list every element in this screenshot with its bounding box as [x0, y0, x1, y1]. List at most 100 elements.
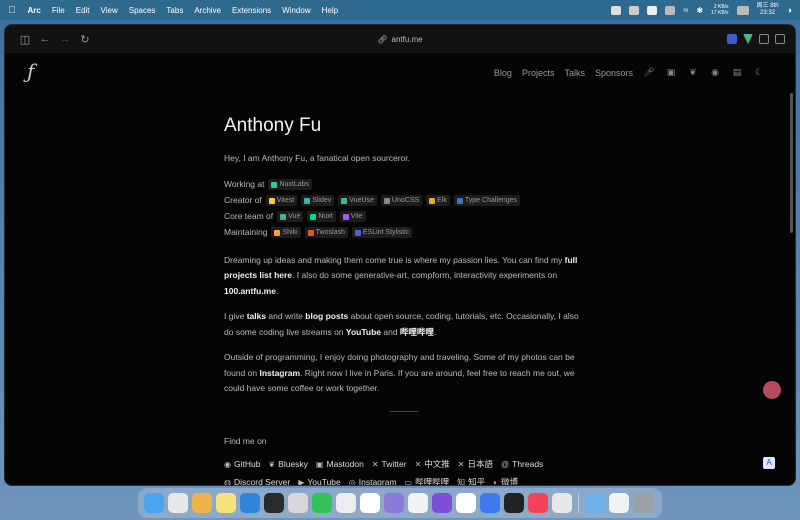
- social-link[interactable]: ◎ Instagram: [349, 475, 397, 486]
- forward-icon[interactable]: →: [55, 33, 75, 45]
- rss-icon[interactable]: ▤: [731, 67, 743, 78]
- dock-app-music-icon[interactable]: [528, 493, 548, 513]
- project-chip-label: Nuxt: [318, 213, 333, 220]
- menu-archive[interactable]: Archive: [194, 6, 221, 15]
- menubar-extra-icon[interactable]: [665, 5, 676, 15]
- menu-app-name[interactable]: Arc: [28, 6, 41, 15]
- share-icon[interactable]: [775, 34, 785, 44]
- clock-time: 23:32: [760, 10, 776, 16]
- social-link[interactable]: ▶ YouTube: [298, 475, 341, 486]
- social-link[interactable]: ◐ 微博: [493, 475, 518, 486]
- project-chip[interactable]: Elk: [426, 195, 450, 206]
- project-chip[interactable]: Slidev: [301, 195, 335, 206]
- scrollbar[interactable]: [790, 93, 793, 233]
- dock-app-obs-icon[interactable]: [384, 493, 404, 513]
- vue-devtools-icon[interactable]: [743, 34, 753, 44]
- menu-spaces[interactable]: Spaces: [129, 6, 156, 15]
- translate-icon[interactable]: A: [763, 457, 775, 469]
- project-chip[interactable]: Vue: [277, 211, 304, 222]
- bluetooth-icon[interactable]: ✱: [696, 6, 703, 15]
- project-chip[interactable]: UnoCSS: [380, 195, 423, 206]
- talks-link[interactable]: talks: [247, 311, 266, 321]
- youtube-link[interactable]: YouTube: [346, 327, 381, 337]
- dock-app-messages-icon[interactable]: [336, 493, 356, 513]
- microphone-icon[interactable]: 🎤︎: [643, 67, 655, 78]
- dock-app-notion-icon[interactable]: [360, 493, 380, 513]
- menu-tabs[interactable]: Tabs: [166, 6, 183, 15]
- dock-app-notes-icon[interactable]: [216, 493, 236, 513]
- apple-icon[interactable]: : [8, 5, 16, 16]
- wifi-icon[interactable]: ≈: [683, 5, 688, 15]
- dock-app-terminal-icon[interactable]: [504, 493, 524, 513]
- blog-posts-link[interactable]: blog posts: [305, 311, 348, 321]
- url-bar[interactable]: 🔗︎ antfu.me: [377, 35, 422, 44]
- project-chip[interactable]: VueUse: [338, 195, 377, 206]
- dock-app-calendar-icon[interactable]: [408, 493, 428, 513]
- social-link[interactable]: ▭ 哔哩哔哩: [405, 475, 450, 486]
- project-chip[interactable]: Nuxt: [307, 211, 336, 222]
- paragraph-photography: Outside of programming, I enjoy doing ph…: [224, 352, 575, 393]
- dock-app-downloads-folder-icon[interactable]: [585, 493, 605, 513]
- control-center-icon[interactable]: ◑: [787, 5, 792, 15]
- dock-app-pencil-icon[interactable]: [288, 493, 308, 513]
- social-link[interactable]: ✕ 中文推: [415, 457, 450, 473]
- back-icon[interactable]: ←: [35, 33, 55, 45]
- social-link[interactable]: 知知乎: [457, 475, 485, 486]
- dock-app-chrome-icon[interactable]: [552, 493, 572, 513]
- wechat-status-icon[interactable]: [629, 5, 640, 15]
- battery-icon[interactable]: [736, 5, 749, 15]
- floating-assistant-icon[interactable]: [763, 381, 781, 399]
- sidebar-toggle-icon[interactable]: ◫: [15, 33, 35, 46]
- site-logo[interactable]: ƒ: [27, 59, 34, 83]
- social-link[interactable]: ✕ 日本語: [458, 457, 493, 473]
- dock-app-arc-icon[interactable]: [192, 493, 212, 513]
- dock-app-obsidian-icon[interactable]: [432, 493, 452, 513]
- bluesky-icon[interactable]: ❦: [687, 67, 699, 78]
- social-link[interactable]: @ Threads: [501, 457, 543, 473]
- menu-window[interactable]: Window: [282, 6, 310, 15]
- dock-app-trash-icon[interactable]: [633, 493, 653, 513]
- project-chip[interactable]: NuxtLabs: [268, 179, 313, 190]
- instagram-link[interactable]: Instagram: [259, 368, 300, 378]
- menu-help[interactable]: Help: [322, 6, 338, 15]
- menu-extensions[interactable]: Extensions: [232, 6, 271, 15]
- project-chip[interactable]: Vitest: [265, 195, 298, 206]
- 100-antfu-link[interactable]: 100.antfu.me: [224, 286, 276, 296]
- dock-app-wechat-icon[interactable]: [312, 493, 332, 513]
- menubar-clock[interactable]: 周三 8th 23:32: [757, 3, 779, 17]
- nav-blog[interactable]: Blog: [494, 68, 512, 78]
- dock-app-launchpad-icon[interactable]: [168, 493, 188, 513]
- bilibili-link[interactable]: 哔哩哔哩: [400, 327, 434, 337]
- nav-projects[interactable]: Projects: [522, 68, 555, 78]
- dock-app-qq-icon[interactable]: [456, 493, 476, 513]
- theme-toggle-icon[interactable]: ☾: [753, 67, 765, 78]
- dock-app-preview-icon[interactable]: [609, 493, 629, 513]
- bitwarden-icon[interactable]: [727, 34, 737, 44]
- social-link[interactable]: ◉ GitHub: [224, 457, 260, 473]
- extension-icon[interactable]: [759, 34, 769, 44]
- dock-app-feishu-icon[interactable]: [480, 493, 500, 513]
- dock-app-vscode-icon[interactable]: [240, 493, 260, 513]
- nav-talks[interactable]: Talks: [564, 68, 585, 78]
- dock-app-webstorm-icon[interactable]: [264, 493, 284, 513]
- project-chip[interactable]: ESLint Stylistic: [351, 227, 413, 238]
- project-chip[interactable]: Shiki: [271, 227, 301, 238]
- dock-app-finder-icon[interactable]: [144, 493, 164, 513]
- reload-icon[interactable]: ↻: [75, 33, 95, 46]
- social-link[interactable]: ▣ Mastodon: [316, 457, 364, 473]
- project-chip[interactable]: Type Challenges: [453, 195, 521, 206]
- project-chip[interactable]: Vite: [339, 211, 366, 222]
- intro-text: Hey, I am Anthony Fu, a fanatical open s…: [224, 153, 410, 163]
- photos-icon[interactable]: ▣: [665, 67, 677, 78]
- project-chip[interactable]: Twoslash: [304, 227, 348, 238]
- github-icon[interactable]: ◉: [709, 67, 721, 78]
- menu-view[interactable]: View: [101, 6, 118, 15]
- menubar-tool-icon[interactable]: [647, 5, 658, 15]
- menu-file[interactable]: File: [52, 6, 65, 15]
- social-link[interactable]: ✕ Twitter: [372, 457, 407, 473]
- social-link[interactable]: ◍ Discord Server: [224, 475, 290, 486]
- menu-edit[interactable]: Edit: [76, 6, 90, 15]
- menubar-app-icon[interactable]: [611, 5, 622, 15]
- nav-sponsors[interactable]: Sponsors: [595, 68, 633, 78]
- social-link[interactable]: ❦ Bluesky: [268, 457, 307, 473]
